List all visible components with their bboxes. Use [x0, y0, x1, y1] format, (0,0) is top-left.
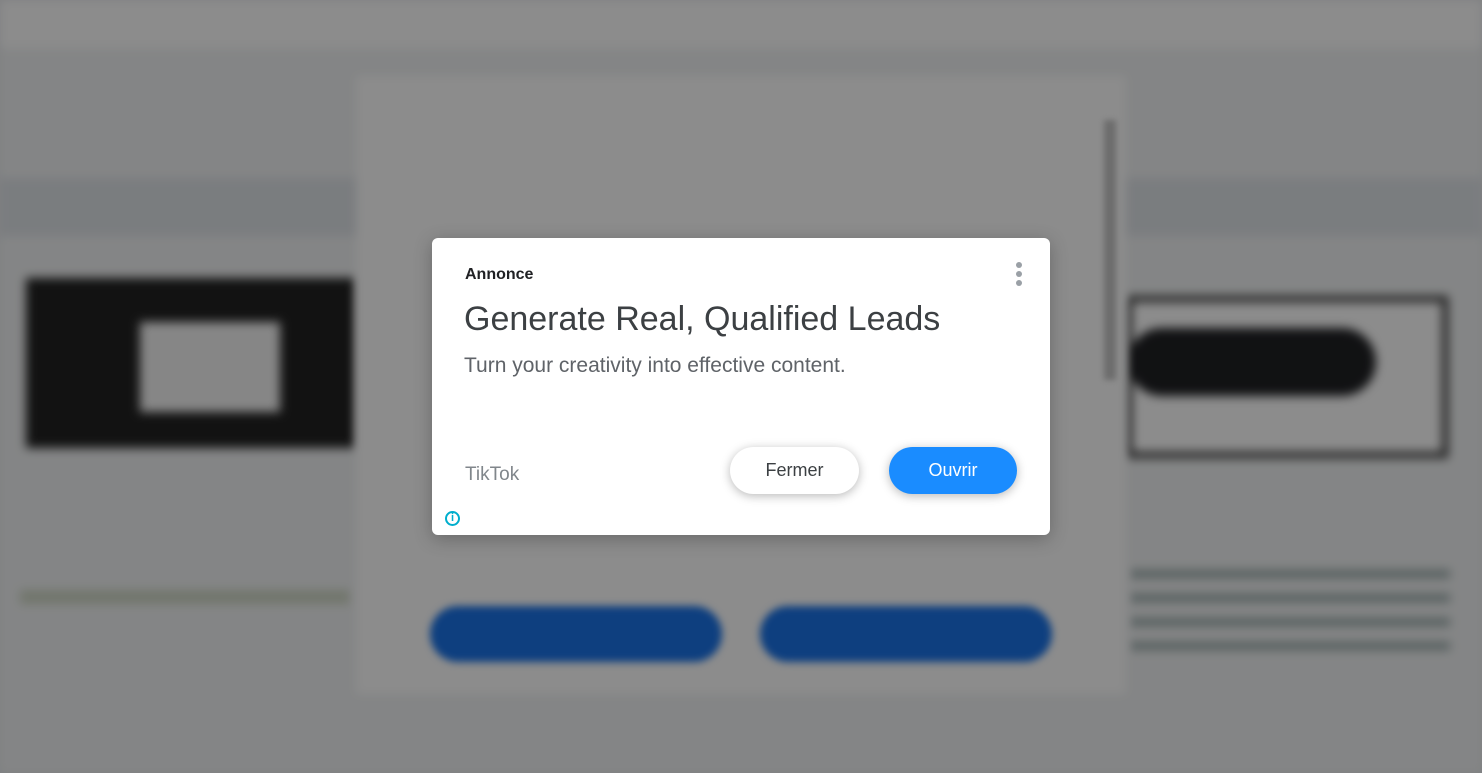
ad-card: Annonce Generate Real, Qualified Leads T…: [432, 238, 1050, 535]
close-button[interactable]: Fermer: [730, 447, 859, 494]
ad-label: Annonce: [465, 266, 534, 283]
ad-headline: Generate Real, Qualified Leads: [464, 300, 941, 338]
ad-description: Turn your creativity into effective cont…: [464, 354, 846, 377]
info-icon[interactable]: i: [445, 511, 460, 526]
ad-advertiser: TikTok: [465, 464, 520, 485]
more-vert-icon[interactable]: [1012, 262, 1026, 288]
open-button[interactable]: Ouvrir: [889, 447, 1017, 494]
